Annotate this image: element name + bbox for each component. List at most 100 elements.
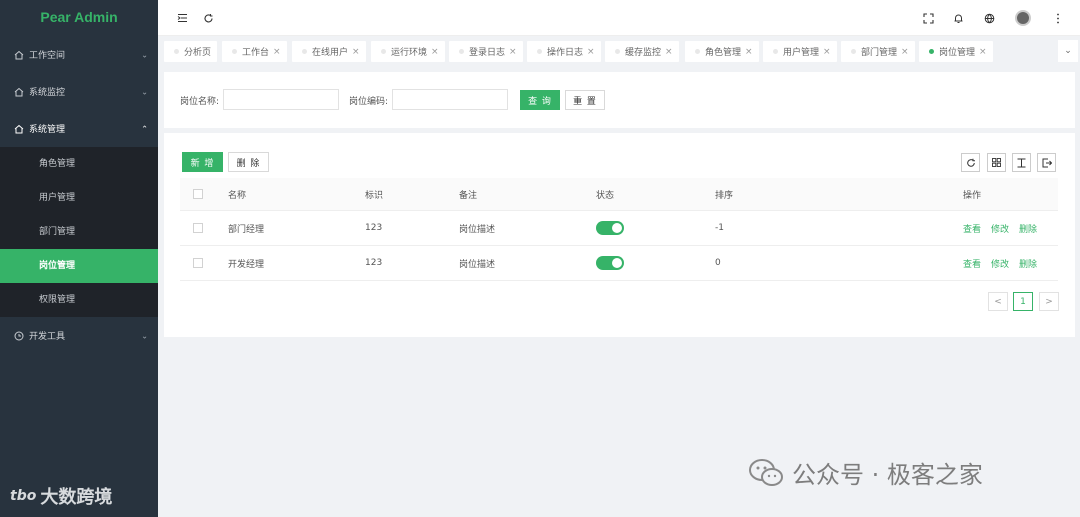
tab-dot: [459, 49, 464, 54]
globe-icon[interactable]: [982, 11, 996, 25]
edit-link[interactable]: 修改: [991, 257, 1009, 270]
tab-analysis[interactable]: 分析页: [164, 41, 218, 62]
row-name: 开发经理: [228, 259, 265, 270]
close-icon[interactable]: ×: [273, 47, 281, 57]
tab-workbench[interactable]: 工作台 ×: [222, 41, 287, 62]
tab-runtime-env[interactable]: 运行环境 ×: [371, 41, 445, 62]
edit-link[interactable]: 修改: [991, 222, 1009, 235]
close-icon[interactable]: ×: [431, 47, 439, 57]
page-number-button[interactable]: 1: [1013, 292, 1033, 311]
row-actions: 查看 修改 删除: [963, 211, 1047, 245]
post-code-input[interactable]: [392, 89, 508, 110]
refresh-icon[interactable]: [201, 11, 215, 25]
tabs-dropdown-button[interactable]: ⌄: [1058, 40, 1078, 62]
tab-cache-monitor[interactable]: 缓存监控 ×: [605, 41, 679, 62]
status-toggle[interactable]: [596, 211, 624, 245]
status-toggle[interactable]: [596, 246, 624, 280]
watermark-text: 公众号 · 极客之家: [792, 461, 983, 489]
prev-page-button[interactable]: <: [988, 292, 1008, 311]
reset-button[interactable]: 重 置: [565, 90, 605, 110]
tab-dot: [851, 49, 856, 54]
close-icon[interactable]: ×: [979, 47, 987, 57]
tab-user-management[interactable]: 用户管理 ×: [763, 41, 837, 62]
sidebar-item-dept[interactable]: 部门管理: [0, 215, 158, 249]
home-icon: [14, 87, 24, 97]
search-form: 岗位名称: 岗位编码: 查 询 重 置: [164, 72, 1075, 128]
sidebar-item-role[interactable]: 角色管理: [0, 147, 158, 181]
view-link[interactable]: 查看: [963, 222, 981, 235]
table-card: 新 增 删 除 名称 标识 备注 状态 排序 操作 部门经理 123 岗位描述 …: [164, 133, 1075, 337]
menu-label: 开发工具: [29, 332, 66, 342]
delete-link[interactable]: 删除: [1019, 222, 1037, 235]
tab-dot: [615, 49, 620, 54]
row-sort: -1: [715, 223, 724, 233]
column-header: 备注: [459, 190, 478, 201]
chevron-down-icon: ⌄: [1064, 46, 1072, 56]
refresh-icon[interactable]: [961, 153, 980, 172]
tab-label: 缓存监控: [625, 48, 662, 58]
user-avatar[interactable]: [1014, 9, 1032, 27]
bell-icon[interactable]: [951, 11, 965, 25]
wechat-icon: [749, 458, 783, 486]
tab-dot: [381, 49, 386, 54]
sidebar-item-post[interactable]: 岗位管理: [0, 249, 158, 283]
tab-post-management[interactable]: 岗位管理 ×: [919, 41, 993, 62]
menu-devtools[interactable]: 开发工具 ⌄: [0, 317, 158, 354]
close-icon[interactable]: ×: [823, 47, 831, 57]
tab-label: 角色管理: [705, 48, 742, 58]
fullscreen-icon[interactable]: [921, 11, 935, 25]
tab-label: 工作台: [242, 48, 270, 58]
tab-login-log[interactable]: 登录日志 ×: [449, 41, 523, 62]
tab-label: 操作日志: [547, 48, 584, 58]
tab-role-management[interactable]: 角色管理 ×: [685, 41, 759, 62]
close-icon[interactable]: ×: [665, 47, 673, 57]
menu-system[interactable]: 系统管理 ⌃: [0, 110, 158, 147]
next-page-button[interactable]: >: [1039, 292, 1059, 311]
table-row: 部门经理 123 岗位描述 -1 查看 修改 删除: [180, 211, 1058, 246]
delete-link[interactable]: 删除: [1019, 257, 1037, 270]
add-button[interactable]: 新 增: [182, 152, 223, 172]
chevron-down-icon: ⌄: [141, 50, 148, 59]
sidebar-item-permission[interactable]: 权限管理: [0, 283, 158, 317]
row-checkbox[interactable]: [193, 246, 203, 280]
export-icon[interactable]: [1012, 153, 1031, 172]
app-logo: Pear Admin: [0, 0, 158, 36]
close-icon[interactable]: ×: [587, 47, 595, 57]
close-icon[interactable]: ×: [745, 47, 753, 57]
post-code-label: 岗位编码:: [349, 97, 389, 107]
column-header: 标识: [365, 190, 384, 201]
tab-label: 分析页: [184, 48, 212, 58]
delete-button[interactable]: 删 除: [228, 152, 269, 172]
clock-icon: [14, 331, 24, 341]
columns-icon[interactable]: [987, 153, 1006, 172]
tab-label: 运行环境: [391, 48, 428, 58]
more-vertical-icon[interactable]: [1051, 11, 1065, 25]
sidebar: Pear Admin 工作空间 ⌄ 系统监控 ⌄ 系统管理 ⌃ 角色管理 用户管…: [0, 0, 158, 517]
print-icon[interactable]: [1037, 153, 1056, 172]
row-remark: 岗位描述: [459, 259, 496, 270]
menu-monitor[interactable]: 系统监控 ⌄: [0, 73, 158, 110]
row-checkbox[interactable]: [193, 211, 203, 245]
menu-workspace[interactable]: 工作空间 ⌄: [0, 36, 158, 73]
table-row: 开发经理 123 岗位描述 0 查看 修改 删除: [180, 246, 1058, 281]
select-all-checkbox[interactable]: [193, 178, 203, 210]
brand-mark-icon: tbo: [10, 488, 37, 504]
menu-toggle-icon[interactable]: [175, 11, 189, 25]
close-icon[interactable]: ×: [352, 47, 360, 57]
tab-label: 用户管理: [783, 48, 820, 58]
chevron-down-icon: ⌄: [141, 331, 148, 340]
tab-dot: [302, 49, 307, 54]
close-icon[interactable]: ×: [509, 47, 517, 57]
tab-dot: [232, 49, 237, 54]
close-icon[interactable]: ×: [901, 47, 909, 57]
tab-dot: [695, 49, 700, 54]
post-name-input[interactable]: [223, 89, 339, 110]
tab-operation-log[interactable]: 操作日志 ×: [527, 41, 601, 62]
query-button[interactable]: 查 询: [520, 90, 560, 110]
tab-dept-management[interactable]: 部门管理 ×: [841, 41, 915, 62]
row-name: 部门经理: [228, 224, 265, 235]
sidebar-item-user[interactable]: 用户管理: [0, 181, 158, 215]
view-link[interactable]: 查看: [963, 257, 981, 270]
brand-name: 大数跨境: [40, 487, 113, 508]
tab-online-users[interactable]: 在线用户 ×: [292, 41, 366, 62]
